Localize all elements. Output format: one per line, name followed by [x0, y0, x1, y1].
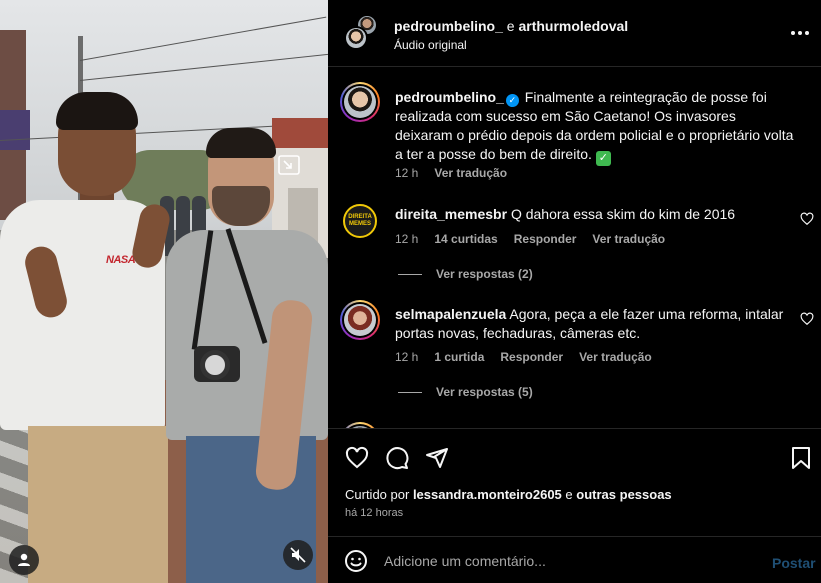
liked-others[interactable]: outras pessoas — [576, 487, 671, 502]
header-separator: e — [506, 18, 515, 34]
comment-meta: 12 h 1 curtida Responder Ver tradução — [395, 350, 652, 364]
header-username-primary[interactable]: pedroumbelino_ — [394, 18, 503, 34]
avatar-text: MEMES — [348, 221, 371, 227]
view-replies-button[interactable]: Ver respostas (5) — [398, 385, 533, 399]
comment-translation-link[interactable]: Ver tradução — [579, 350, 652, 364]
post-comment-button[interactable]: Postar — [772, 555, 816, 571]
liked-and: e — [565, 487, 573, 502]
comment-icon[interactable] — [384, 445, 410, 471]
share-icon[interactable] — [424, 445, 450, 471]
heart-icon[interactable] — [344, 445, 370, 471]
caption-translation-link[interactable]: Ver tradução — [434, 166, 507, 180]
camera-prop — [194, 346, 240, 382]
post-actions: Curtido por lessandra.monteiro2605 e out… — [328, 428, 821, 536]
user-tag-icon[interactable] — [9, 545, 39, 575]
comment-likes[interactable]: 1 curtida — [434, 350, 484, 364]
liked-user[interactable]: lessandra.monteiro2605 — [413, 487, 562, 502]
comment-composer: Postar — [328, 536, 821, 583]
comment-reply-button[interactable]: Responder — [514, 232, 577, 246]
comment-meta: 12 h 14 curtidas Responder Ver tradução — [395, 232, 665, 246]
view-replies-label: Ver respostas (5) — [436, 385, 533, 399]
post-timestamp[interactable]: há 12 horas — [345, 507, 403, 519]
audio-label[interactable]: Áudio original — [394, 38, 467, 52]
comment-avatar[interactable]: DIREITA MEMES — [343, 204, 377, 238]
liked-prefix: Curtido por — [345, 487, 410, 502]
muted-speaker-icon[interactable] — [283, 540, 313, 570]
comment-likes[interactable]: 14 curtidas — [434, 232, 497, 246]
comment-username[interactable]: selmapalenzuela — [395, 306, 506, 322]
bookmark-icon[interactable] — [788, 445, 814, 471]
comment-text-block: direita_memesbr Q dahora essa skim do ki… — [395, 205, 795, 224]
view-replies-button[interactable]: Ver respostas (2) — [398, 267, 533, 281]
verified-badge-icon: ✓ — [505, 94, 519, 107]
caption-avatar[interactable] — [340, 82, 380, 122]
collab-avatars[interactable] — [342, 14, 380, 52]
picture-in-picture-icon[interactable] — [276, 152, 302, 178]
comment-time[interactable]: 12 h — [395, 350, 418, 364]
video-person-right — [160, 128, 328, 583]
header-usernames: pedroumbelino_ e arthurmoledoval — [394, 18, 628, 34]
emoji-icon[interactable] — [344, 549, 368, 573]
video-person-left: NASA — [0, 92, 180, 583]
comment-text-block: selmapalenzuela Agora, peça a ele fazer … — [395, 305, 795, 343]
liked-by: Curtido por lessandra.monteiro2605 e out… — [345, 487, 672, 502]
comment-avatar[interactable] — [340, 300, 380, 340]
comment-time[interactable]: 12 h — [395, 232, 418, 246]
more-horizontal-icon[interactable] — [790, 27, 810, 39]
post-video[interactable]: NASA — [0, 0, 328, 583]
caption-username[interactable]: pedroumbelino_ — [395, 89, 504, 105]
comment-username[interactable]: direita_memesbr — [395, 206, 507, 222]
caption-text-block: pedroumbelino_ ✓ Finalmente a reintegraçã… — [395, 88, 795, 166]
comments-list[interactable]: pedroumbelino_ ✓ Finalmente a reintegraçã… — [328, 68, 821, 428]
caption-time[interactable]: 12 h — [395, 166, 418, 180]
header-username-collab[interactable]: arthurmoledoval — [518, 18, 628, 34]
comment-text: Q dahora essa skim do kim de 2016 — [510, 206, 736, 222]
post-details-panel: pedroumbelino_ e arthurmoledoval Áudio o… — [328, 0, 821, 583]
view-replies-label: Ver respostas (2) — [436, 267, 533, 281]
comment-like-heart-icon[interactable] — [800, 212, 814, 226]
comment-like-heart-icon[interactable] — [800, 312, 814, 326]
shirt-logo: NASA — [106, 254, 136, 266]
check-mark-emoji-icon: ✓ — [595, 151, 611, 166]
comment-reply-button[interactable]: Responder — [500, 350, 563, 364]
comment-translation-link[interactable]: Ver tradução — [592, 232, 665, 246]
avatar-text: DIREITA — [348, 214, 372, 220]
post-header: pedroumbelino_ e arthurmoledoval Áudio o… — [328, 0, 821, 67]
caption-meta: 12 h Ver tradução — [395, 166, 507, 180]
comment-input[interactable] — [384, 548, 744, 574]
